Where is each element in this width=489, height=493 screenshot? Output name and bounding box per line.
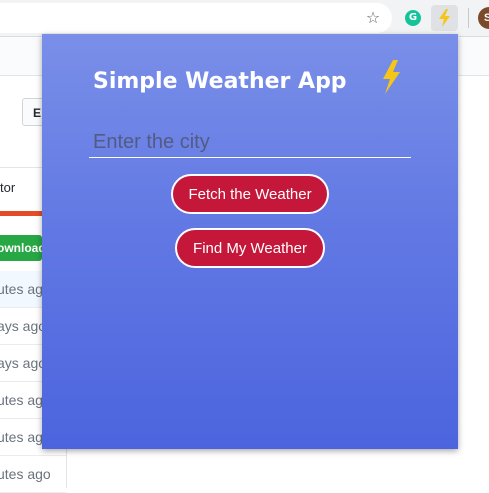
divider xyxy=(0,167,42,168)
app-title: Simple Weather App xyxy=(93,69,347,94)
address-bar[interactable] xyxy=(0,3,392,33)
toolbar-separator xyxy=(468,8,469,28)
lightning-bolt-icon xyxy=(383,60,400,94)
profile-avatar[interactable]: S xyxy=(478,7,489,29)
contributor-text: tor xyxy=(0,180,16,195)
weather-extension-button[interactable] xyxy=(431,5,458,31)
fetch-weather-button[interactable]: Fetch the Weather xyxy=(171,174,329,214)
weather-app-popup: Simple Weather App Fetch the Weather Fin… xyxy=(42,34,458,449)
city-input[interactable] xyxy=(89,128,411,158)
grammarly-icon[interactable]: G xyxy=(405,10,421,26)
lightning-bolt-icon xyxy=(439,9,450,27)
language-bar xyxy=(0,211,42,216)
star-icon[interactable]: ☆ xyxy=(364,9,382,27)
download-button[interactable]: ownload xyxy=(0,235,42,261)
find-my-weather-button[interactable]: Find My Weather xyxy=(175,228,325,268)
file-row-age: utes ago xyxy=(0,456,66,493)
browser-toolbar: ☆ G S xyxy=(0,0,489,37)
